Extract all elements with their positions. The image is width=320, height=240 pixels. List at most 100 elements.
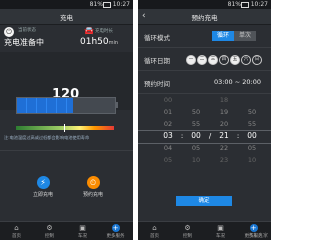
time-picker[interactable]: 00 01 02 03 04 05 : 50 55 00 05 10 / 18 … — [138, 94, 271, 166]
battery-icon — [103, 2, 111, 8]
picker-value: 22 — [219, 144, 229, 152]
tab-vehicle[interactable]: ▣ 车况 — [204, 224, 237, 239]
picker-end-hour[interactable]: 18 19 20 21 22 23 — [214, 94, 234, 166]
charge-now-label: 立即充电 — [32, 192, 53, 198]
clock: 10:27 — [112, 1, 130, 8]
loop-days-label: 循环日期 — [144, 57, 170, 65]
page-title: 预约充电 — [191, 14, 218, 22]
loop-mode-label: 循环模式 — [144, 34, 170, 42]
loop-mode-row: 循环模式 循环 单次 — [138, 25, 271, 48]
picker-value: 04 — [163, 144, 173, 152]
picker-value: 50 — [247, 108, 257, 116]
gear-icon: ⚙ — [46, 224, 53, 232]
tab-control[interactable]: ⚙ 控制 — [171, 224, 204, 239]
title-bar: ‹ 预约充电 — [138, 9, 271, 25]
gear-icon: ⚙ — [184, 224, 191, 232]
tab-vehicle-label: 车况 — [216, 234, 225, 239]
status-bar: 81% 10:27 — [138, 0, 271, 9]
plus-icon: + — [249, 224, 258, 232]
mode-loop-option[interactable]: 循环 — [212, 31, 234, 41]
picker-selected: 00 — [191, 131, 201, 140]
day-toggle[interactable]: 三 — [208, 55, 218, 65]
day-toggle[interactable]: 六 — [241, 55, 251, 65]
tab-home-label: 首页 — [150, 234, 159, 239]
booking-time-label: 预约时间 — [144, 80, 170, 88]
clock-icon: ⏲ — [86, 176, 100, 189]
mode-single-option[interactable]: 单次 — [234, 31, 256, 41]
duration-value: 01h50 — [80, 37, 109, 47]
battery-fill — [17, 98, 73, 113]
charging-screen: 81% 10:27 充电 ⏻ 当前状态 充电准备中 🚘 充电时长 01h50mi… — [0, 0, 133, 240]
car-status-icon: ▣ — [217, 224, 224, 232]
tab-control-label: 控制 — [183, 234, 192, 239]
picker-value: 10 — [191, 156, 201, 164]
clock: 10:27 — [250, 1, 268, 8]
picker-value: 00 — [163, 96, 173, 104]
day-toggle[interactable]: 一 — [186, 55, 196, 65]
picker-selected: 03 — [163, 131, 173, 140]
home-icon: ⌂ — [152, 224, 157, 232]
tab-home-label: 首页 — [12, 234, 21, 239]
picker-selected: 00 — [247, 131, 257, 140]
bolt-icon: ⚡ — [36, 176, 50, 189]
day-toggle[interactable]: 日 — [252, 55, 262, 65]
battery-tip — [116, 102, 118, 108]
tab-control[interactable]: ⚙ 控制 — [33, 224, 66, 239]
book-charge-button[interactable]: ⏲ 预约充电 — [80, 176, 106, 198]
picker-colon: : — [180, 132, 184, 140]
picker-value: 19 — [219, 108, 229, 116]
temperature-gauge — [16, 124, 114, 132]
day-toggle[interactable]: 二 — [197, 55, 207, 65]
charge-duration: 01h50min — [80, 37, 118, 47]
picker-value: 55 — [247, 120, 257, 128]
booking-time-range: 03:00 ~ 20:00 — [213, 78, 261, 86]
picker-value: 18 — [219, 96, 229, 104]
picker-value: 20 — [219, 120, 229, 128]
picker-value: 10 — [247, 156, 257, 164]
battery-percent: 81% — [227, 1, 241, 8]
plug-icon: ⏻ — [4, 27, 14, 37]
duration-unit: min — [108, 40, 119, 46]
picker-colon: : — [236, 132, 240, 140]
title-bar: 充电 — [0, 9, 133, 25]
page-title: 充电 — [60, 14, 73, 22]
charge-now-button[interactable]: ⚡ 立即充电 — [30, 176, 56, 198]
day-toggle[interactable]: 五 — [230, 55, 240, 65]
tab-vehicle-label: 车况 — [78, 234, 87, 239]
tab-vehicle[interactable]: ▣ 车况 — [66, 224, 99, 239]
picker-value: 02 — [163, 120, 173, 128]
temperature-marker — [64, 124, 65, 132]
picker-slash: / — [208, 132, 212, 140]
booking-screen: 81% 10:27 ‹ 预约充电 循环模式 循环 单次 循环日期 一 二 三 四… — [138, 0, 271, 240]
booking-time-row: 预约时间 03:00 ~ 20:00 — [138, 71, 271, 94]
divider — [0, 150, 133, 151]
duration-label: 充电时长 — [95, 29, 113, 34]
confirm-button[interactable]: 确定 — [176, 196, 232, 206]
plus-icon: + — [111, 224, 120, 232]
tab-more[interactable]: + 更多服务 — [99, 224, 132, 239]
tab-more-label: 更多服务 — [106, 234, 125, 239]
tab-home[interactable]: ⌂ 首页 — [138, 224, 171, 239]
battery-note: 注:电池温度过高或过低都会影响电池使用寿命 — [4, 135, 90, 140]
home-icon: ⌂ — [14, 224, 19, 232]
battery-percent: 81% — [89, 1, 103, 8]
watermark: 汽车之家 — [247, 233, 268, 239]
car-icon: 🚘 — [84, 26, 94, 35]
picker-end-minute[interactable]: 50 55 00 05 10 — [242, 106, 262, 166]
status-label: 当前状态 — [18, 28, 36, 33]
battery-gauge — [16, 97, 118, 114]
picker-value: 05 — [247, 144, 257, 152]
charge-status: 充电准备中 — [4, 38, 44, 47]
picker-value: 05 — [191, 144, 201, 152]
tab-home[interactable]: ⌂ 首页 — [0, 224, 33, 239]
car-status-icon: ▣ — [79, 224, 86, 232]
picker-start-hour[interactable]: 00 01 02 03 04 05 — [158, 94, 178, 166]
picker-value: 50 — [191, 108, 201, 116]
day-toggle[interactable]: 四 — [219, 55, 229, 65]
picker-value: 05 — [163, 156, 173, 164]
loop-days-row: 循环日期 一 二 三 四 五 六 日 — [138, 48, 271, 71]
picker-start-minute[interactable]: 50 55 00 05 10 — [186, 106, 206, 166]
tab-control-label: 控制 — [45, 234, 54, 239]
picker-value: 55 — [191, 120, 201, 128]
picker-value: 23 — [219, 156, 229, 164]
